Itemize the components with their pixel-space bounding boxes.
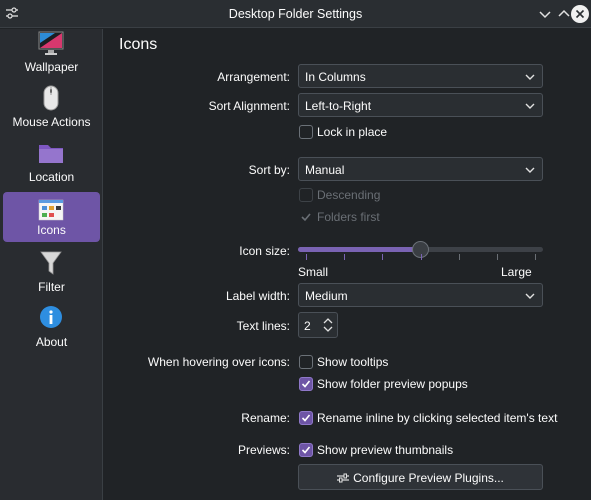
show-tooltips-checkbox[interactable] xyxy=(299,355,313,369)
sidebar-item-about[interactable]: About xyxy=(3,304,100,354)
show-folder-preview-checkbox[interactable] xyxy=(299,377,313,391)
mouse-icon xyxy=(43,85,59,111)
minimize-icon[interactable] xyxy=(535,4,555,24)
descending-checkbox xyxy=(299,188,313,202)
icon-size-min-label: Small xyxy=(298,265,329,279)
chevron-down-icon xyxy=(525,74,535,80)
configure-preview-plugins-label: Configure Preview Plugins... xyxy=(353,471,504,485)
previews-label: Previews: xyxy=(237,443,290,457)
slider-tick xyxy=(458,254,460,260)
sort-by-dropdown[interactable]: Manual xyxy=(298,157,543,181)
page-title: Icons xyxy=(119,36,158,53)
icon-size-label: Icon size: xyxy=(239,244,290,258)
sidebar-item-label: Mouse Actions xyxy=(12,115,91,129)
show-tooltips-label: Show tooltips xyxy=(317,355,389,369)
show-preview-thumbnails-checkbox[interactable] xyxy=(299,443,313,457)
sidebar: Wallpaper Mouse Actions Location Icons F… xyxy=(0,29,103,500)
sidebar-item-wallpaper[interactable]: Wallpaper xyxy=(3,29,100,79)
slider-tick xyxy=(382,254,384,260)
sort-alignment-label: Sort Alignment: xyxy=(208,99,290,113)
lock-in-place-checkbox[interactable] xyxy=(299,125,313,139)
sidebar-item-label: Icons xyxy=(37,223,66,237)
label-width-label: Label width: xyxy=(225,289,290,303)
slider-tick xyxy=(420,254,422,260)
chevron-down-icon xyxy=(525,103,535,109)
slider-tick xyxy=(344,254,346,260)
configure-preview-plugins-button[interactable]: Configure Preview Plugins... xyxy=(298,464,543,490)
folder-icon xyxy=(39,145,63,163)
checkmark-icon xyxy=(301,446,311,454)
monitor-icon xyxy=(38,31,64,55)
arrangement-dropdown[interactable]: In Columns xyxy=(298,64,543,88)
sidebar-item-label: About xyxy=(35,335,68,349)
chevron-down-icon xyxy=(525,293,535,299)
hover-label: When hovering over icons: xyxy=(147,355,290,369)
sidebar-item-label: Wallpaper xyxy=(24,60,79,74)
window-title: Desktop Folder Settings xyxy=(228,7,363,21)
icon-size-max-label: Large xyxy=(501,265,532,279)
arrangement-label: Arrangement: xyxy=(217,70,290,84)
checkmark-icon xyxy=(301,213,311,222)
label-width-value: Medium xyxy=(305,289,348,303)
sort-alignment-value: Left-to-Right xyxy=(305,99,372,113)
descending-label: Descending xyxy=(317,188,381,202)
info-icon xyxy=(40,306,62,328)
rename-inline-label: Rename inline by clicking selected item'… xyxy=(317,411,558,425)
slider-tick xyxy=(306,254,307,260)
icon-size-slider[interactable] xyxy=(298,241,543,258)
sidebar-item-location[interactable]: Location xyxy=(3,139,100,189)
text-lines-spinbox[interactable]: 2 xyxy=(298,312,338,338)
slider-tick xyxy=(535,254,536,260)
sidebar-item-label: Filter xyxy=(38,280,65,294)
text-lines-value: 2 xyxy=(304,319,311,333)
slider-tick xyxy=(496,254,498,260)
funnel-icon xyxy=(40,251,62,275)
sidebar-item-label: Location xyxy=(28,170,75,184)
show-folder-preview-label: Show folder preview popups xyxy=(317,377,468,391)
title-bar: Desktop Folder Settings xyxy=(0,0,591,28)
checkmark-icon xyxy=(301,380,311,388)
show-preview-thumbnails-label: Show preview thumbnails xyxy=(317,443,454,457)
sort-by-label: Sort by: xyxy=(248,163,290,177)
text-lines-label: Text lines: xyxy=(236,319,290,333)
sidebar-item-icons[interactable]: Icons xyxy=(3,192,100,242)
sort-by-value: Manual xyxy=(305,163,345,177)
rename-label: Rename: xyxy=(241,411,290,425)
rename-inline-checkbox[interactable] xyxy=(299,411,313,425)
folders-first-label: Folders first xyxy=(317,210,380,224)
arrangement-value: In Columns xyxy=(305,70,366,84)
label-width-dropdown[interactable]: Medium xyxy=(298,283,543,307)
chevron-down-icon xyxy=(525,167,535,173)
checkmark-icon xyxy=(301,414,311,422)
sidebar-item-mouse-actions[interactable]: Mouse Actions xyxy=(3,84,100,134)
icons-view-icon xyxy=(38,199,64,221)
lock-in-place-label: Lock in place xyxy=(317,125,388,139)
close-icon[interactable] xyxy=(570,4,590,24)
spin-arrows-icon[interactable] xyxy=(323,316,333,334)
sort-alignment-dropdown[interactable]: Left-to-Right xyxy=(298,93,543,117)
sidebar-item-filter[interactable]: Filter xyxy=(3,249,100,299)
configure-icon xyxy=(337,473,350,483)
settings-page: Icons Arrangement: In Columns Sort Align… xyxy=(104,29,591,500)
slider-fill xyxy=(298,247,421,252)
